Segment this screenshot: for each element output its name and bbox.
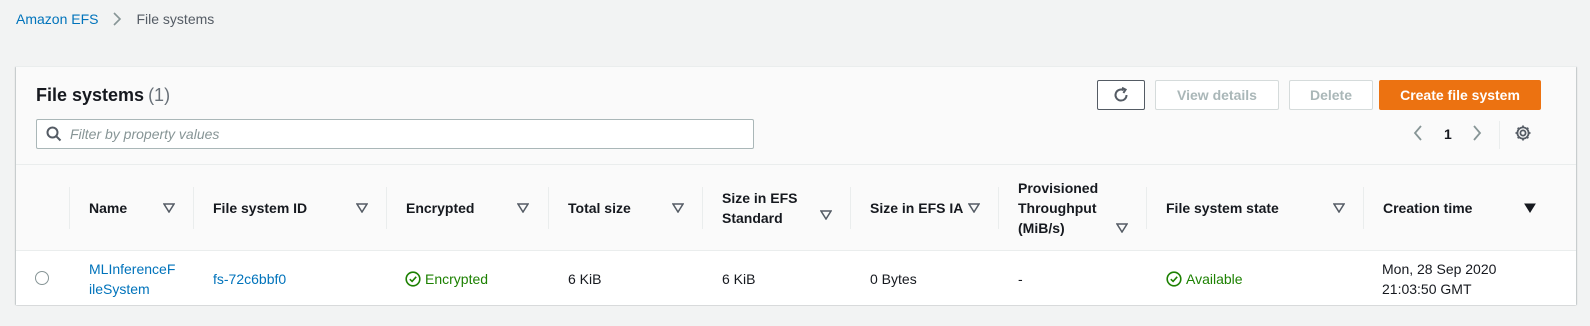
chevron-right-icon [112,12,122,26]
breadcrumb-link-amazon-efs[interactable]: Amazon EFS [16,11,98,27]
breadcrumb-current: File systems [136,11,215,27]
title-text: File systems [36,85,145,105]
file-systems-table-panel: File systems (1) View details Delete Crea… [16,66,1576,305]
column-label: Encrypted [406,200,475,216]
cell-size-standard: 6 KiB [722,270,756,287]
item-count: (1) [148,85,171,105]
creation-date: Mon, 28 Sep 2020 [1382,260,1497,277]
creation-clock: 21:03:50 GMT [1382,280,1472,297]
state-status: Available [1166,269,1243,289]
table-head: Name File system ID Encrypted Total size [16,165,1576,251]
column-divider [548,187,549,229]
column-divider [1363,187,1364,229]
file-system-id-link[interactable]: fs-72c6bbf0 [213,269,286,289]
column-header-total-size[interactable]: Total size [548,165,702,251]
column-divider [702,187,703,229]
view-details-button[interactable]: View details [1155,80,1279,110]
sort-descending-icon [1524,203,1536,213]
column-label: Provisioned Throughput (MiB/s) [1018,180,1099,236]
cell-fs-id: fs-72c6bbf0 [213,252,383,305]
gear-icon[interactable] [1514,124,1532,145]
column-label: Size in EFS Standard [722,190,798,226]
file-system-name-link[interactable]: MLInferenceF ileSystem [89,259,175,299]
column-header-encrypted[interactable]: Encrypted [386,165,548,251]
column-header-state[interactable]: File system state [1146,165,1363,251]
state-label: Available [1186,270,1243,287]
column-label: File system ID [213,200,308,216]
row-select-radio[interactable] [35,271,49,285]
pagination-divider [1499,121,1500,149]
filter-box [36,119,754,149]
breadcrumb: Amazon EFS File systems [16,11,214,27]
column-label: Creation time [1383,200,1473,216]
search-icon [46,126,62,142]
cell-state: Available [1166,252,1356,305]
column-divider [850,187,851,229]
name-line-2: ileSystem [89,280,150,297]
sort-triangle-icon [517,203,529,213]
sort-triangle-icon [968,203,980,213]
sort-triangle-icon [163,203,175,213]
encrypted-label: Encrypted [425,270,489,287]
encrypted-status: Encrypted [405,269,488,289]
table-header: File systems (1) View details Delete Crea… [16,67,1576,165]
sort-triangle-icon [1116,223,1128,233]
column-label: Total size [568,200,631,216]
column-header-fs-id[interactable]: File system ID [193,165,386,251]
column-divider [193,187,194,229]
next-page-icon[interactable] [1471,124,1483,145]
sort-triangle-icon [1333,203,1345,213]
cell-encrypted: Encrypted [405,252,555,305]
page-title: File systems (1) [36,85,170,106]
cell-throughput: - [1018,270,1023,287]
sort-triangle-icon [356,203,368,213]
cell-creation-time: Mon, 28 Sep 2020 21:03:50 GMT [1382,252,1572,305]
column-divider [69,187,70,229]
refresh-icon [1112,86,1130,104]
cell-total-size: 6 KiB [568,270,602,287]
column-header-size-ia[interactable]: Size in EFS IA [850,165,998,251]
check-circle-icon [405,270,421,287]
cell-name: MLInferenceF ileSystem [89,252,189,305]
column-header-size-standard[interactable]: Size in EFS Standard [702,165,850,251]
page-number[interactable]: 1 [1444,126,1452,142]
column-header-creation-time[interactable]: Creation time [1363,165,1576,251]
column-divider [1146,187,1147,229]
create-file-system-button[interactable]: Create file system [1379,80,1541,110]
filter-input[interactable] [70,126,710,142]
cell-size-ia: 0 Bytes [870,270,917,287]
refresh-button[interactable] [1097,80,1145,110]
column-divider [386,187,387,229]
sort-triangle-icon [672,203,684,213]
column-divider [998,187,999,229]
column-label: Name [89,200,128,216]
name-line-1: MLInferenceF [89,260,176,277]
delete-button[interactable]: Delete [1289,80,1373,110]
table-row[interactable]: MLInferenceF ileSystem fs-72c6bbf0 Encry… [16,252,1576,305]
column-header-throughput[interactable]: Provisioned Throughput (MiB/s) [998,165,1146,251]
check-circle-icon [1166,270,1182,287]
column-label: File system state [1166,200,1279,216]
previous-page-icon[interactable] [1412,124,1424,145]
column-header-name[interactable]: Name [69,165,193,251]
column-label: Size in EFS IA [870,200,964,216]
table-body: MLInferenceF ileSystem fs-72c6bbf0 Encry… [16,252,1576,305]
sort-triangle-icon [820,210,832,220]
